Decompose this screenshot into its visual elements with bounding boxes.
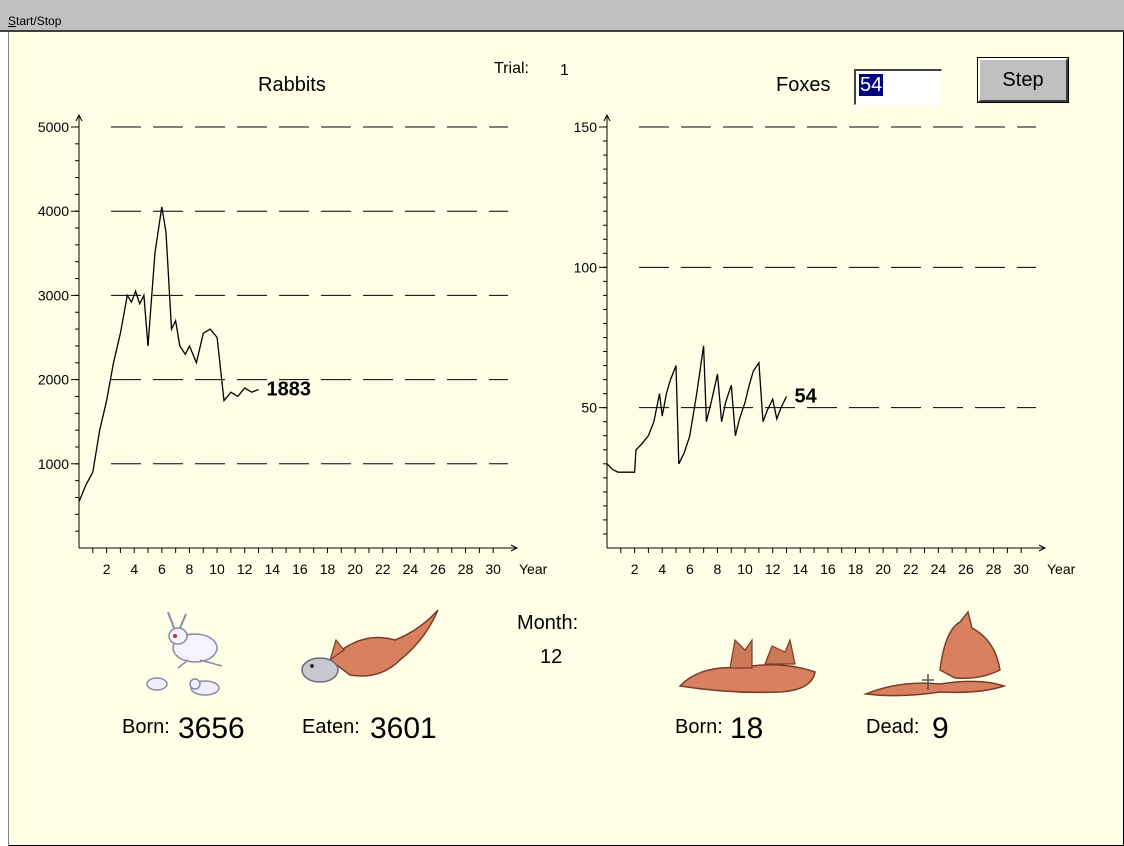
fox-grave-illustration — [863, 610, 1007, 697]
fox-family-illustration — [678, 637, 816, 694]
foxes-born-value: 18 — [730, 712, 764, 745]
eaten-value: 3601 — [370, 712, 437, 745]
rabbits-illustration — [146, 611, 223, 696]
rabbits-born-value: 3656 — [178, 712, 245, 745]
fox-eating-rabbit-illustration — [301, 609, 439, 683]
dead-label: Dead: — [866, 716, 920, 738]
foxes-born-label: Born: — [675, 716, 723, 738]
dead-value: 9 — [932, 712, 949, 745]
rabbits-born-label: Born: — [122, 716, 170, 738]
eaten-label: Eaten: — [302, 716, 360, 738]
